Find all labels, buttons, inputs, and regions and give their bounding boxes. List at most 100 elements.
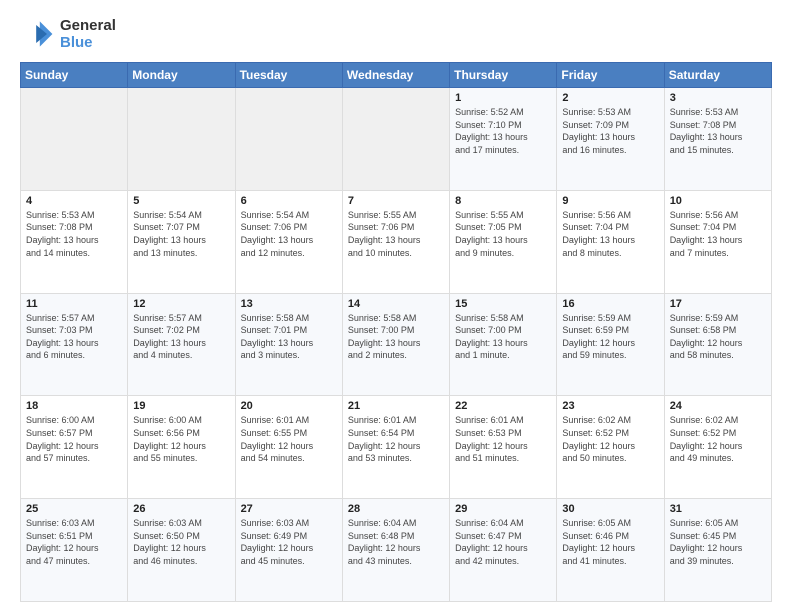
- day-info: Sunrise: 6:03 AM Sunset: 6:51 PM Dayligh…: [26, 517, 122, 567]
- day-number: 8: [455, 195, 551, 207]
- day-number: 17: [670, 298, 766, 310]
- calendar-cell: 14 Sunrise: 5:58 AM Sunset: 7:00 PM Dayli…: [342, 293, 449, 396]
- calendar-cell: 13Sunrise: 5:58 AM Sunset: 7:01 PM Dayli…: [235, 293, 342, 396]
- day-number: 30: [562, 503, 658, 515]
- day-info: Sunrise: 6:00 AM Sunset: 6:56 PM Dayligh…: [133, 414, 229, 464]
- calendar-cell: 1Sunrise: 5:52 AM Sunset: 7:10 PM Daylig…: [450, 88, 557, 191]
- day-number: 3: [670, 92, 766, 104]
- day-number: 7: [348, 195, 444, 207]
- day-number: 12: [133, 298, 229, 310]
- day-number: 14: [348, 298, 444, 310]
- day-info: Sunrise: 6:03 AM Sunset: 6:50 PM Dayligh…: [133, 517, 229, 567]
- day-number: 22: [455, 400, 551, 412]
- day-info: Sunrise: 5:56 AM Sunset: 7:04 PM Dayligh…: [670, 209, 766, 259]
- day-number: 10: [670, 195, 766, 207]
- day-info: Sunrise: 5:57 AM Sunset: 7:02 PM Dayligh…: [133, 312, 229, 362]
- logo-text: General Blue: [60, 17, 116, 51]
- calendar-cell: 26 Sunrise: 6:03 AM Sunset: 6:50 PM Dayli…: [128, 499, 235, 602]
- day-info: Sunrise: 5:56 AM Sunset: 7:04 PM Dayligh…: [562, 209, 658, 259]
- day-info: Sunrise: 6:00 AM Sunset: 6:57 PM Dayligh…: [26, 414, 122, 464]
- calendar-cell: 24 Sunrise: 6:02 AM Sunset: 6:52 PM Dayli…: [664, 396, 771, 499]
- calendar-cell: [235, 88, 342, 191]
- day-number: 24: [670, 400, 766, 412]
- day-number: 26: [133, 503, 229, 515]
- day-info: Sunrise: 6:02 AM Sunset: 6:52 PM Dayligh…: [562, 414, 658, 464]
- day-info: Sunrise: 5:53 AM Sunset: 7:08 PM Dayligh…: [670, 106, 766, 156]
- calendar-cell: 21Sunrise: 6:01 AM Sunset: 6:54 PM Dayli…: [342, 396, 449, 499]
- calendar-cell: 18 Sunrise: 6:00 AM Sunset: 6:57 PM Dayli…: [21, 396, 128, 499]
- day-number: 9: [562, 195, 658, 207]
- calendar-cell: 4Sunrise: 5:53 AM Sunset: 7:08 PM Daylig…: [21, 190, 128, 293]
- day-number: 16: [562, 298, 658, 310]
- calendar-cell: 31Sunrise: 6:05 AM Sunset: 6:45 PM Dayli…: [664, 499, 771, 602]
- day-number: 15: [455, 298, 551, 310]
- header-sunday: Sunday: [21, 63, 128, 88]
- day-number: 2: [562, 92, 658, 104]
- calendar-table: SundayMondayTuesdayWednesdayThursdayFrid…: [20, 62, 772, 602]
- day-number: 19: [133, 400, 229, 412]
- calendar-cell: 9 Sunrise: 5:56 AM Sunset: 7:04 PM Daylig…: [557, 190, 664, 293]
- calendar-cell: 28Sunrise: 6:04 AM Sunset: 6:48 PM Dayli…: [342, 499, 449, 602]
- calendar-cell: 2 Sunrise: 5:53 AM Sunset: 7:09 PM Daylig…: [557, 88, 664, 191]
- calendar-cell: 23 Sunrise: 6:02 AM Sunset: 6:52 PM Dayli…: [557, 396, 664, 499]
- day-info: Sunrise: 5:59 AM Sunset: 6:59 PM Dayligh…: [562, 312, 658, 362]
- day-number: 29: [455, 503, 551, 515]
- calendar-cell: [128, 88, 235, 191]
- day-info: Sunrise: 6:04 AM Sunset: 6:47 PM Dayligh…: [455, 517, 551, 567]
- calendar-cell: 10 Sunrise: 5:56 AM Sunset: 7:04 PM Dayli…: [664, 190, 771, 293]
- page: General Blue SundayMondayTuesdayWednesda…: [0, 0, 792, 612]
- day-info: Sunrise: 6:01 AM Sunset: 6:54 PM Dayligh…: [348, 414, 444, 464]
- day-number: 6: [241, 195, 337, 207]
- calendar-cell: 22 Sunrise: 6:01 AM Sunset: 6:53 PM Dayli…: [450, 396, 557, 499]
- calendar-cell: 12 Sunrise: 5:57 AM Sunset: 7:02 PM Dayli…: [128, 293, 235, 396]
- day-info: Sunrise: 6:02 AM Sunset: 6:52 PM Dayligh…: [670, 414, 766, 464]
- calendar-cell: 19 Sunrise: 6:00 AM Sunset: 6:56 PM Dayli…: [128, 396, 235, 499]
- calendar-cell: 29 Sunrise: 6:04 AM Sunset: 6:47 PM Dayli…: [450, 499, 557, 602]
- day-info: Sunrise: 5:58 AM Sunset: 7:00 PM Dayligh…: [455, 312, 551, 362]
- calendar-cell: 3 Sunrise: 5:53 AM Sunset: 7:08 PM Daylig…: [664, 88, 771, 191]
- logo-icon: [20, 16, 56, 52]
- day-info: Sunrise: 5:54 AM Sunset: 7:07 PM Dayligh…: [133, 209, 229, 259]
- calendar-cell: 5Sunrise: 5:54 AM Sunset: 7:07 PM Daylig…: [128, 190, 235, 293]
- day-info: Sunrise: 6:01 AM Sunset: 6:53 PM Dayligh…: [455, 414, 551, 464]
- calendar-cell: 6Sunrise: 5:54 AM Sunset: 7:06 PM Daylig…: [235, 190, 342, 293]
- day-info: Sunrise: 5:53 AM Sunset: 7:09 PM Dayligh…: [562, 106, 658, 156]
- day-number: 11: [26, 298, 122, 310]
- day-number: 27: [241, 503, 337, 515]
- week-row-1: 4Sunrise: 5:53 AM Sunset: 7:08 PM Daylig…: [21, 190, 772, 293]
- calendar-cell: 8Sunrise: 5:55 AM Sunset: 7:05 PM Daylig…: [450, 190, 557, 293]
- week-row-0: 1Sunrise: 5:52 AM Sunset: 7:10 PM Daylig…: [21, 88, 772, 191]
- calendar-cell: 17Sunrise: 5:59 AM Sunset: 6:58 PM Dayli…: [664, 293, 771, 396]
- day-number: 23: [562, 400, 658, 412]
- week-row-2: 11 Sunrise: 5:57 AM Sunset: 7:03 PM Dayli…: [21, 293, 772, 396]
- week-row-3: 18 Sunrise: 6:00 AM Sunset: 6:57 PM Dayli…: [21, 396, 772, 499]
- header-tuesday: Tuesday: [235, 63, 342, 88]
- day-number: 4: [26, 195, 122, 207]
- day-info: Sunrise: 5:55 AM Sunset: 7:06 PM Dayligh…: [348, 209, 444, 259]
- calendar-cell: 30 Sunrise: 6:05 AM Sunset: 6:46 PM Dayli…: [557, 499, 664, 602]
- calendar-cell: 15 Sunrise: 5:58 AM Sunset: 7:00 PM Dayli…: [450, 293, 557, 396]
- header-thursday: Thursday: [450, 63, 557, 88]
- header-saturday: Saturday: [664, 63, 771, 88]
- day-info: Sunrise: 6:05 AM Sunset: 6:46 PM Dayligh…: [562, 517, 658, 567]
- calendar-body: 1Sunrise: 5:52 AM Sunset: 7:10 PM Daylig…: [21, 88, 772, 602]
- calendar-cell: 7 Sunrise: 5:55 AM Sunset: 7:06 PM Daylig…: [342, 190, 449, 293]
- header-row: SundayMondayTuesdayWednesdayThursdayFrid…: [21, 63, 772, 88]
- day-number: 18: [26, 400, 122, 412]
- header-friday: Friday: [557, 63, 664, 88]
- day-number: 13: [241, 298, 337, 310]
- calendar-cell: [342, 88, 449, 191]
- day-number: 25: [26, 503, 122, 515]
- calendar-cell: 11 Sunrise: 5:57 AM Sunset: 7:03 PM Dayli…: [21, 293, 128, 396]
- day-info: Sunrise: 5:58 AM Sunset: 7:00 PM Dayligh…: [348, 312, 444, 362]
- day-number: 31: [670, 503, 766, 515]
- day-info: Sunrise: 6:04 AM Sunset: 6:48 PM Dayligh…: [348, 517, 444, 567]
- day-info: Sunrise: 5:57 AM Sunset: 7:03 PM Dayligh…: [26, 312, 122, 362]
- calendar-header: SundayMondayTuesdayWednesdayThursdayFrid…: [21, 63, 772, 88]
- logo: General Blue: [20, 16, 116, 52]
- day-info: Sunrise: 5:52 AM Sunset: 7:10 PM Dayligh…: [455, 106, 551, 156]
- day-info: Sunrise: 6:01 AM Sunset: 6:55 PM Dayligh…: [241, 414, 337, 464]
- header-monday: Monday: [128, 63, 235, 88]
- week-row-4: 25 Sunrise: 6:03 AM Sunset: 6:51 PM Dayli…: [21, 499, 772, 602]
- header: General Blue: [20, 16, 772, 52]
